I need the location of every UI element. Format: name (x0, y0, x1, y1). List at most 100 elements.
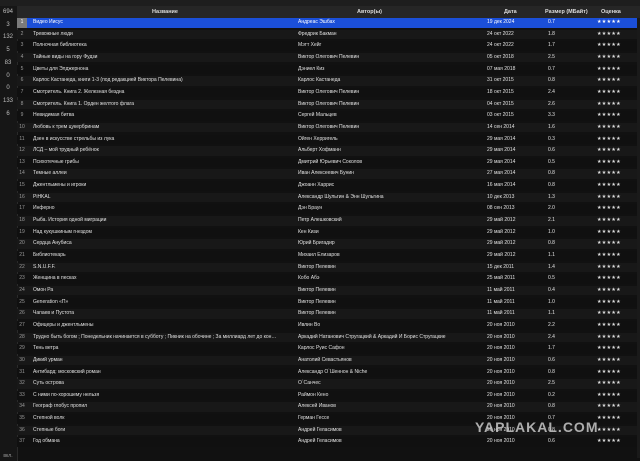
table-row[interactable]: 25 Generation «П» Виктор Пелевин 11 май 201… (17, 297, 640, 308)
row-title: Джентльмены и игроки (33, 182, 87, 189)
row-index: 21 (19, 252, 25, 258)
row-date: 15 дек 2011 (487, 263, 514, 270)
row-index: 24 (19, 286, 25, 293)
row-index: 14 (19, 170, 25, 177)
row-date: 29 май 2012 (487, 217, 516, 224)
table-row[interactable]: 7 Смотритель. Книга 2. Железная бездна Вик… (17, 87, 640, 98)
row-size: 2.4 (548, 88, 555, 95)
row-rating: ★★★★★ (597, 158, 621, 165)
row-title: Сердца Анубиса (33, 240, 72, 247)
row-size: 0.7 (548, 65, 555, 72)
row-rating: ★★★★★ (597, 77, 621, 84)
table-row[interactable]: 23 Женщина в песках Кобо Абэ 25 май 2011 0.5… (17, 274, 640, 284)
row-rating: ★★★★★ (597, 182, 621, 189)
table-row[interactable]: 11 Дзен в искусстве стрельбы из лука Ойген… (17, 134, 640, 144)
row-author: Андрей Геласимов (298, 426, 342, 433)
sidebar-footer: вкл. (3, 453, 13, 459)
table-row[interactable]: 8 Смотритель. Книга 1. Орден желтого флаг… (17, 99, 640, 110)
row-size: 0.8 (548, 240, 555, 247)
header-rating[interactable]: Оценка (601, 9, 621, 15)
row-size: 1.0 (548, 298, 555, 305)
header-author[interactable]: Автор(ы) (357, 9, 382, 15)
row-rating: ★★★★★ (597, 205, 621, 212)
row-title: Видео Иисус (33, 19, 63, 25)
sidebar-count: 0 (6, 72, 10, 79)
row-index: 22 (19, 263, 25, 270)
row-title: С ними по-хорошему нельзя (33, 391, 100, 398)
table-row[interactable]: 16 PiHKAL Александр Шульгин & Энн Шульгина… (17, 192, 640, 203)
row-index: 11 (19, 135, 25, 142)
row-index: 9 (20, 112, 24, 119)
row-index: 12 (19, 147, 25, 154)
table-row[interactable]: 12 ЛСД – мой трудный ребёнок Альберт Хофма… (17, 146, 640, 156)
row-title: ЛСД – мой трудный ребёнок (33, 147, 99, 154)
table-row[interactable]: 1 Видео Иисус Андреас Эшбах 19 дек 2024 0.7 ★… (17, 18, 640, 28)
table-row[interactable]: 13 Психотечные грибы Дмитрий Юрьевич Сокол… (17, 157, 640, 168)
table-row[interactable]: 18 Рыба. История одной миграции Петр Алешк… (17, 216, 640, 226)
row-rating: ★★★★★ (597, 42, 621, 49)
table-row[interactable]: 27 Офицеры и джентльмены Ивлин Во 20 ноя 20… (17, 320, 640, 331)
row-date: 29 май 2012 (487, 252, 516, 258)
row-author: Дмитрий Юрьевич Соколов (298, 158, 363, 165)
table-row[interactable]: 14 Темные аллеи Иван Алексеевич Бунин 27 ма… (17, 169, 640, 179)
table-row[interactable]: 30 Дикий урман Анатолий Севастьянов 20 ноя … (17, 355, 640, 366)
row-rating: ★★★★★ (597, 53, 621, 60)
table-row[interactable]: 28 Трудно быть богом ; Понедельник начина… (17, 332, 640, 343)
row-index: 15 (19, 182, 25, 189)
row-index: 27 (19, 321, 25, 328)
table-row[interactable]: 6 Карлос Кастанеда, книги 1-3 (под редакц… (17, 76, 640, 86)
table-row[interactable]: 22 S.N.U.F.F. Виктор Пелевин 15 дек 2011 1.4… (17, 262, 640, 273)
table-row[interactable]: 20 Сердца Анубиса Юрий Бригадир 29 май 2012… (17, 239, 640, 249)
table-row[interactable]: 5 Цветы для Элджернона Дэниел Киз 07 мая 20… (17, 64, 640, 75)
row-size: 0.8 (548, 170, 555, 177)
row-title: Смотритель. Книга 1. Орден желтого флага (33, 100, 135, 107)
row-title: Карлос Кастанеда, книги 1-3 (под редакци… (33, 77, 183, 84)
table-row[interactable]: 4 Тайные виды на гору Фудзи Виктор Олегови… (17, 52, 640, 63)
row-index: 1 (17, 18, 27, 28)
row-title: Темные аллеи (33, 170, 67, 177)
row-author: Герман Гессе (298, 415, 330, 422)
table-row[interactable]: 19 Над кукушкиным гнездом Кен Кизи 29 май 2… (17, 227, 640, 238)
row-date: 11 май 2011 (487, 310, 515, 317)
table-row[interactable]: 3 Полночная библиотека Мэтт Хейг 24 окт 202… (17, 41, 640, 51)
row-size: 1.6 (548, 123, 555, 130)
row-author: Иван Алексеевич Бунин (298, 170, 354, 177)
table-row[interactable]: 33 С ними по-хорошему нельзя Раймон Кено 20… (17, 390, 640, 401)
table-row[interactable]: 32 Суть острова О`Санчес 20 ноя 2010 2.5 ★★★★… (17, 379, 640, 389)
row-title: Тайные виды на гору Фудзи (33, 53, 98, 60)
row-rating: ★★★★★ (597, 380, 621, 387)
table-row[interactable]: 21 Библиотекарь Михаил Елизаров 29 май 2012… (17, 251, 640, 261)
table-row[interactable]: 29 Тень ветра Карлос Руис Сафон 20 ноя 2010… (17, 344, 640, 354)
row-title: Библиотекарь (33, 252, 66, 258)
row-date: 29 мая 2014 (487, 158, 516, 165)
header-size[interactable]: Размер (МБайт) (545, 9, 588, 15)
table-row[interactable]: 26 Чапаев и Пустота Виктор Пелевин 11 май 2… (17, 309, 640, 319)
table-row[interactable]: 2 Тревожные люди Фредрик Бакман 24 окт 2022… (17, 29, 640, 40)
table-row[interactable]: 34 Географ глобус пропил Алексей Иванов 20 … (17, 402, 640, 412)
table-row[interactable]: 17 Инферно Дэн Браун 08 сен 2013 2.0 ★★★★★ (17, 204, 640, 214)
table-row[interactable]: 10 Любовь к трем цукербринам Виктор Олегов… (17, 122, 640, 133)
table-row[interactable]: 24 Омон Ра Виктор Пелевин 11 май 2011 0.4 ★★★… (17, 285, 640, 296)
row-size: 2.1 (548, 217, 555, 224)
row-size: 1.3 (548, 193, 555, 200)
row-title: S.N.U.F.F. (33, 263, 56, 270)
row-index: 20 (19, 240, 25, 247)
header-date[interactable]: Дата (504, 9, 517, 15)
row-index: 10 (19, 123, 25, 130)
row-date: 20 ноя 2010 (487, 403, 515, 410)
sidebar-count: 132 (2, 34, 13, 41)
row-rating: ★★★★★ (597, 252, 621, 258)
table-row[interactable]: 31 Антибард: московский роман Александр О`… (17, 367, 640, 377)
row-rating: ★★★★★ (597, 321, 621, 328)
header-title[interactable]: Название (152, 9, 178, 15)
table-row[interactable]: 9 Невидимая битва Сергей Мальцев 03 окт 201… (17, 111, 640, 121)
row-size: 1.7 (548, 345, 555, 352)
row-rating: ★★★★★ (597, 240, 621, 247)
row-author: Альберт Хофманн (298, 147, 341, 154)
table-row[interactable]: 15 Джентльмены и игроки Джоанн Харрис 16 ма… (17, 181, 640, 191)
row-rating: ★★★★★ (597, 30, 621, 37)
row-date: 14 сен 2014 (487, 123, 515, 130)
row-author: Кобо Абэ (298, 275, 320, 282)
row-size: 2.0 (548, 205, 555, 212)
row-date: 19 дек 2024 (487, 19, 515, 25)
